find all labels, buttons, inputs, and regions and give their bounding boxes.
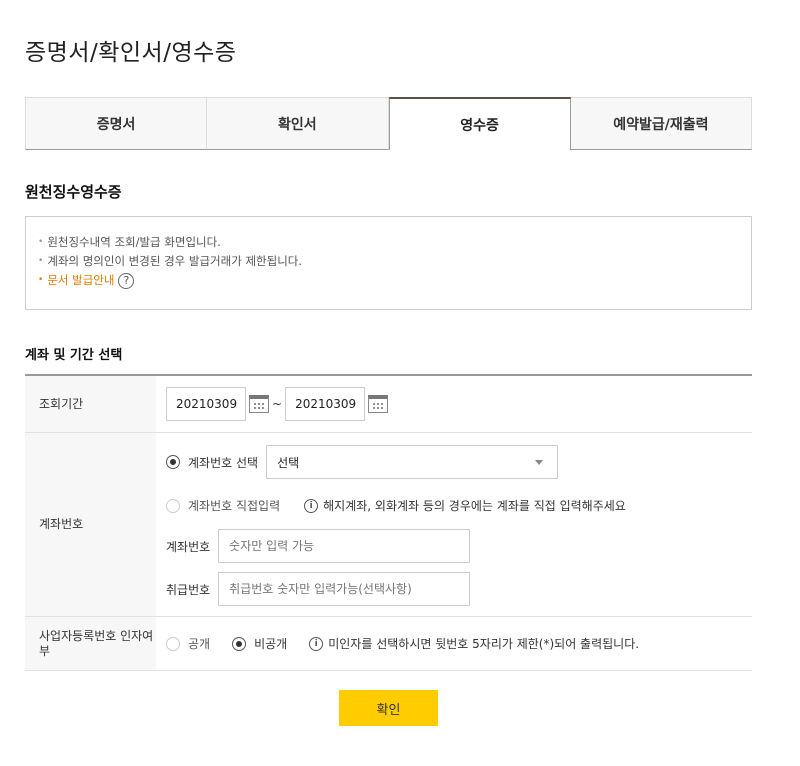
tab-receipt[interactable]: 영수증 — [388, 97, 571, 150]
form-table: 조회기간 20210309 ~ 20210309 계좌번호 계좌번호 선택 선택… — [25, 374, 752, 671]
account-no-label: 계좌번호 — [166, 539, 211, 554]
date-separator: ~ — [272, 397, 283, 411]
document-tabs: 증명서 확인서 영수증 예약발급/재출력 — [25, 97, 752, 150]
biz-reg-cell: 공개 비공개 i 미인자를 선택하시면 뒷번호 5자리가 제한(*)되어 출력됩… — [156, 617, 752, 670]
notice-line: • 원천징수내역 조회/발급 화면입니다. — [38, 233, 739, 252]
biz-reg-label: 사업자등록번호 인자여부 — [25, 617, 156, 670]
confirm-button[interactable]: 확인 — [339, 690, 438, 726]
start-date-input[interactable]: 20210309 — [166, 387, 246, 421]
direct-info-text: 해지계좌, 외화계좌 등의 경우에는 계좌를 직접 입력해주세요 — [323, 499, 626, 513]
tab-certificate[interactable]: 증명서 — [25, 97, 208, 150]
account-select-label[interactable]: 계좌번호 선택 — [188, 454, 258, 471]
account-label: 계좌번호 — [25, 433, 156, 616]
calendar-icon[interactable] — [368, 395, 389, 413]
notice-line: • 계좌의 명의인이 변경된 경우 발급거래가 제한됩니다. — [38, 252, 739, 271]
calendar-icon[interactable] — [249, 395, 269, 413]
account-no-line: 계좌번호 — [166, 529, 471, 563]
biz-public-radio[interactable] — [166, 636, 180, 651]
account-cell: 계좌번호 선택 선택 계좌번호 직접입력 i 해지계좌, 외화계좌 등의 경우에… — [156, 433, 752, 616]
account-select-radio[interactable] — [166, 455, 180, 469]
account-direct-radio[interactable] — [166, 498, 180, 513]
account-direct-option: 계좌번호 직접입력 i 해지계좌, 외화계좌 등의 경우에는 계좌를 직접 입력… — [166, 497, 626, 514]
help-icon[interactable]: ? — [118, 272, 135, 289]
tab-confirmation[interactable]: 확인서 — [207, 97, 389, 150]
notice-text: 계좌의 명의인이 변경된 경우 발급거래가 제한됩니다. — [47, 254, 303, 268]
account-no-input[interactable] — [218, 529, 471, 563]
handling-no-label: 취급번호 — [166, 582, 211, 597]
handling-no-input[interactable] — [218, 572, 471, 606]
tab-reserve-reprint[interactable]: 예약발급/재출력 — [570, 97, 752, 150]
account-select-dropdown[interactable]: 선택 — [266, 445, 559, 479]
section-title: 원천징수영수증 — [25, 183, 122, 201]
chevron-down-icon — [535, 459, 544, 465]
notice-text: 원천징수내역 조회/발급 화면입니다. — [47, 235, 221, 249]
account-direct-label[interactable]: 계좌번호 직접입력 — [188, 497, 280, 514]
bullet-icon: • — [38, 275, 44, 285]
end-date-input[interactable]: 20210309 — [285, 387, 366, 421]
account-row: 계좌번호 계좌번호 선택 선택 계좌번호 직접입력 i 해지계좌, 외화계좌 등… — [25, 433, 752, 617]
notice-box: • 원천징수내역 조회/발급 화면입니다. • 계좌의 명의인이 변경된 경우 … — [25, 216, 752, 310]
biz-private-radio[interactable] — [232, 636, 247, 651]
page-title: 증명서/확인서/영수증 — [25, 40, 237, 66]
bullet-icon: • — [38, 256, 44, 266]
biz-reg-row: 사업자등록번호 인자여부 공개 비공개 i 미인자를 선택하시면 뒷번호 5자리… — [25, 617, 752, 671]
doc-guide-line: • 문서 발급안내 ? — [38, 271, 739, 290]
handling-no-line: 취급번호 — [166, 572, 471, 606]
account-select-option: 계좌번호 선택 선택 — [166, 445, 559, 479]
biz-public-label[interactable]: 공개 — [188, 635, 210, 652]
biz-private-label[interactable]: 비공개 — [254, 635, 287, 652]
biz-info-text: 미인자를 선택하시면 뒷번호 5자리가 제한(*)되어 출력됩니다. — [328, 637, 640, 651]
doc-guide-link[interactable]: 문서 발급안내 — [47, 271, 114, 290]
account-select-value: 선택 — [277, 455, 300, 470]
period-cell: 20210309 ~ 20210309 — [156, 376, 752, 432]
info-icon: i — [309, 636, 324, 651]
period-label: 조회기간 — [25, 376, 156, 432]
period-row: 조회기간 20210309 ~ 20210309 — [25, 376, 752, 433]
sub-title: 계좌 및 기간 선택 — [25, 348, 123, 363]
bullet-icon: • — [38, 237, 44, 247]
info-icon: i — [304, 498, 319, 513]
